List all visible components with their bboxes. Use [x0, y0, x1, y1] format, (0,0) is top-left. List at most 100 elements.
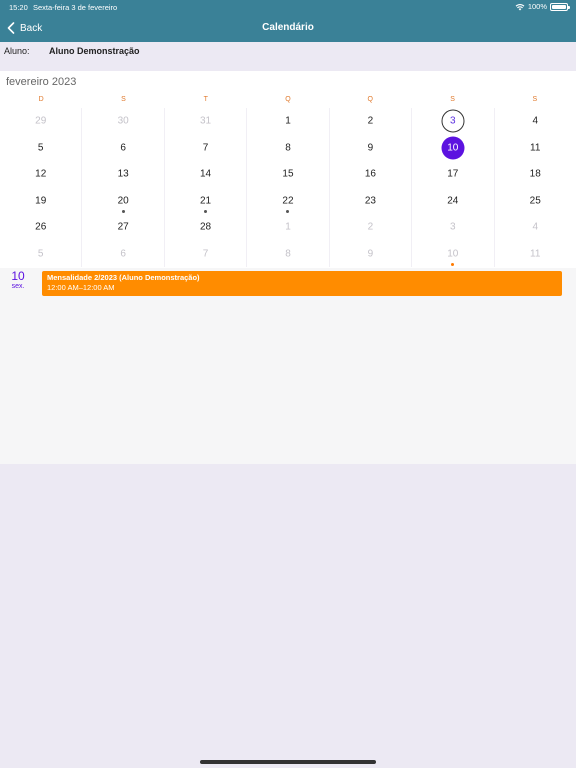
day-cell[interactable]: 26 [0, 214, 83, 241]
day-number: 6 [120, 142, 126, 153]
day-number: 30 [117, 115, 129, 127]
student-bar: Aluno: Aluno Demonstração [0, 42, 576, 71]
day-cell[interactable]: 2 [330, 108, 413, 135]
day-number: 10 [447, 248, 459, 259]
day-cell[interactable]: 4 [495, 214, 576, 241]
day-number: 15 [282, 168, 294, 180]
day-cell[interactable]: 15 [247, 161, 330, 188]
weekday-label: S [450, 96, 455, 103]
status-time: 15:20 [9, 3, 28, 12]
day-number: 16 [364, 168, 376, 180]
day-cell[interactable]: 5 [0, 134, 83, 161]
day-number: 24 [447, 195, 459, 206]
day-cell[interactable]: 6 [82, 240, 165, 267]
day-number: 2 [367, 115, 374, 127]
navigation-header: 15:20 Sexta-feira 3 de fevereiro 100% Ba… [0, 0, 576, 42]
day-cell[interactable]: 10 [412, 134, 495, 161]
day-cell[interactable]: 11 [495, 241, 576, 268]
day-cell[interactable]: 12 [0, 161, 83, 188]
day-cell[interactable]: 30 [82, 108, 165, 135]
month-calendar: fevereiro 2023 DSTQQSS 29 30 31 1 2 3 4 5 6 7 8 9 10… [0, 71, 576, 268]
day-number: 19 [35, 195, 47, 206]
weekday-label: S [121, 96, 126, 103]
day-cell[interactable]: 9 [330, 240, 413, 267]
event-time: 12:00 AM–12:00 AM [47, 283, 115, 292]
day-cell[interactable]: 11 [495, 135, 576, 162]
day-cell[interactable]: 10 [412, 240, 495, 267]
events-panel: 10 sex. Mensalidade 2/2023 (Aluno Demons… [0, 268, 576, 464]
week-row: 5 6 7 8 9 10 11 [0, 240, 576, 268]
week-row: 12 13 14 15 16 17 18 [0, 161, 576, 188]
day-number: 10 [441, 136, 465, 159]
day-cell[interactable]: 7 [165, 134, 248, 161]
day-cell[interactable]: 1 [247, 108, 330, 135]
day-cell[interactable]: 28 [165, 214, 248, 241]
status-date: Sexta-feira 3 de fevereiro [33, 3, 118, 12]
day-number: 4 [532, 115, 539, 127]
day-number: 11 [530, 142, 541, 153]
weekday-header: DSTQQSS [0, 96, 576, 106]
day-cell[interactable]: 29 [0, 108, 83, 135]
day-cell[interactable]: 25 [495, 188, 576, 215]
day-cell[interactable]: 3 [412, 108, 495, 135]
day-number: 31 [199, 115, 212, 127]
battery-icon [550, 2, 570, 11]
day-cell[interactable]: 22 [247, 187, 330, 214]
day-cell[interactable]: 13 [82, 161, 165, 188]
day-cell[interactable]: 5 [0, 240, 83, 267]
day-cell[interactable]: 3 [412, 214, 495, 241]
day-cell[interactable]: 24 [412, 187, 495, 214]
day-cell[interactable]: 6 [82, 134, 165, 161]
day-number: 8 [285, 142, 291, 153]
day-number: 5 [37, 142, 44, 153]
week-row: 5 6 7 8 9 10 11 [0, 134, 576, 162]
day-cell[interactable]: 2 [330, 214, 413, 241]
day-cell[interactable]: 23 [330, 187, 413, 214]
day-number: 5 [37, 248, 44, 259]
day-number: 1 [285, 221, 291, 233]
day-number: 21 [199, 195, 212, 206]
selected-day-number: 10 [11, 269, 25, 283]
day-cell[interactable]: 21 [165, 187, 248, 214]
week-row: 19 20 21 22 23 24 25 [0, 187, 576, 215]
day-cell[interactable]: 31 [165, 108, 248, 135]
home-indicator [200, 760, 376, 764]
day-cell[interactable]: 16 [330, 161, 413, 188]
day-cell[interactable]: 8 [247, 134, 330, 161]
day-number: 29 [35, 115, 47, 127]
day-number: 18 [529, 168, 541, 180]
day-cell[interactable]: 27 [82, 214, 165, 241]
day-number: 23 [364, 195, 376, 206]
status-indicators: 100% [515, 2, 570, 11]
weekday-label: T [203, 96, 208, 103]
day-cell[interactable]: 9 [330, 134, 413, 161]
wifi-icon [515, 3, 525, 10]
month-title: fevereiro 2023 [6, 76, 77, 88]
day-cell[interactable]: 4 [495, 108, 576, 135]
day-number: 6 [120, 248, 126, 259]
day-number: 17 [447, 168, 459, 180]
day-number: 2 [367, 221, 374, 233]
day-cell[interactable]: 7 [165, 240, 248, 267]
day-cell[interactable]: 17 [412, 161, 495, 188]
event-dot [204, 209, 208, 213]
weekday-label: Q [367, 96, 373, 103]
weekday-label: S [532, 96, 538, 103]
day-number: 14 [199, 168, 212, 180]
weekday-label: D [38, 96, 44, 103]
battery-percent: 100% [527, 2, 547, 11]
day-cell[interactable]: 19 [0, 187, 83, 214]
day-number: 8 [285, 248, 291, 259]
day-number: 9 [367, 248, 374, 259]
event-card[interactable]: Mensalidade 2/2023 (Aluno Demonstração) … [42, 271, 562, 296]
day-number: 28 [199, 221, 212, 233]
day-number: 27 [117, 221, 129, 233]
day-cell[interactable]: 20 [82, 187, 165, 214]
day-cell[interactable]: 1 [247, 214, 330, 241]
day-number: 3 [450, 221, 456, 233]
day-cell[interactable]: 14 [165, 161, 248, 188]
student-label: Aluno: [4, 46, 30, 56]
day-cell[interactable]: 8 [247, 240, 330, 267]
weekday-label: Q [285, 96, 291, 103]
day-cell[interactable]: 18 [495, 161, 576, 188]
